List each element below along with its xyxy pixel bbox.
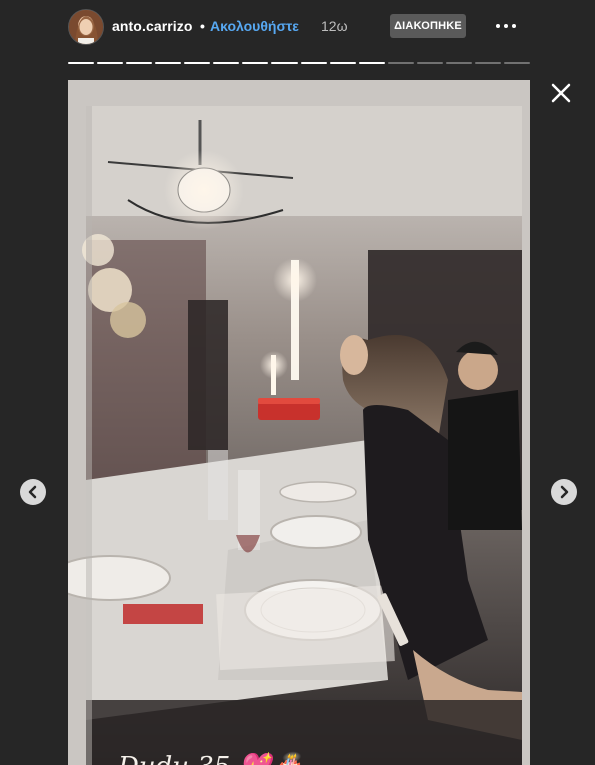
next-story-button[interactable] — [551, 479, 577, 505]
username[interactable]: anto.carrizo — [112, 18, 193, 34]
avatar-image — [69, 10, 103, 44]
avatar[interactable] — [68, 9, 104, 45]
progress-segment — [271, 62, 298, 64]
previous-story-button[interactable] — [20, 479, 46, 505]
separator-dot: • — [200, 18, 205, 34]
story-progress-bar — [68, 62, 530, 65]
story-viewer: anto.carrizo • Ακολουθήστε 12ω ΔΙΑΚΟΠΗΚΕ — [0, 0, 595, 765]
story-caption: Dudu 35 💖🎂 — [118, 752, 303, 765]
progress-segment — [445, 62, 472, 64]
close-icon[interactable] — [548, 80, 574, 106]
progress-segment — [213, 62, 240, 64]
chevron-right-icon — [560, 485, 569, 499]
progress-segment — [474, 62, 501, 64]
progress-segment — [416, 62, 443, 64]
progress-segment — [329, 62, 356, 64]
progress-segment — [184, 62, 211, 64]
progress-segment — [358, 62, 385, 64]
progress-segment — [155, 62, 182, 64]
story-photo — [68, 80, 530, 765]
post-time: 12ω — [321, 18, 348, 34]
more-icon[interactable] — [490, 14, 522, 38]
follow-button[interactable]: Ακολουθήστε — [210, 18, 299, 34]
progress-segment — [126, 62, 153, 64]
progress-segment — [242, 62, 269, 64]
progress-segment — [300, 62, 327, 64]
story-media[interactable]: Dudu 35 💖🎂 — [68, 80, 530, 765]
paused-badge[interactable]: ΔΙΑΚΟΠΗΚΕ — [390, 14, 466, 38]
chevron-left-icon — [28, 485, 37, 499]
progress-segment — [68, 62, 95, 64]
story-header: anto.carrizo • Ακολουθήστε 12ω ΔΙΑΚΟΠΗΚΕ — [0, 0, 595, 56]
progress-segment — [387, 62, 414, 64]
progress-segment — [97, 62, 124, 64]
progress-segment — [503, 62, 530, 64]
